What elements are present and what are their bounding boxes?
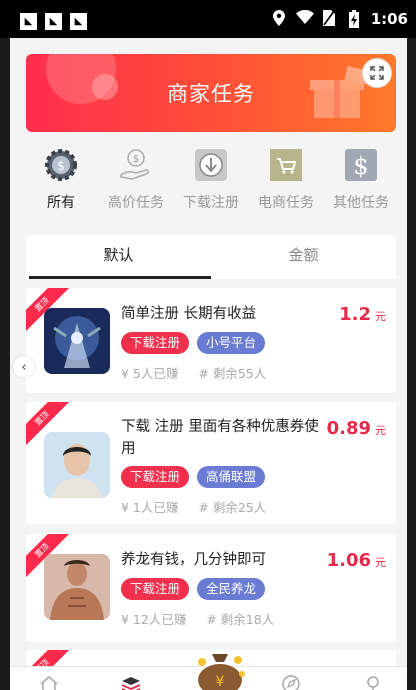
task-meta: ¥ 1人已赚 # 剩余25人 xyxy=(121,497,266,516)
remaining-count: # 剩余18人 xyxy=(206,612,275,627)
category-ecommerce[interactable]: 电商任务 xyxy=(251,146,321,216)
task-tags: 下载注册 小号平台 xyxy=(121,332,266,354)
tag-download-register: 下载注册 xyxy=(121,578,190,600)
shopping-cart-icon xyxy=(267,146,305,184)
remaining-count: # 剩余55人 xyxy=(198,366,267,381)
tag-download-register: 下载注册 xyxy=(121,466,190,488)
gear-dollar-icon: $ xyxy=(42,146,80,184)
hand-coin-icon: $ xyxy=(117,146,155,184)
wifi-icon xyxy=(295,10,314,28)
category-other[interactable]: $ 其他任务 xyxy=(326,146,396,216)
tag-platform: 小号平台 xyxy=(197,332,266,354)
location-icon xyxy=(271,10,287,28)
task-tags: 下载注册 全民养龙 xyxy=(121,578,266,600)
category-nav: $ 所有 $ 高价任务 下载注册 电商任务 $ 其他任务 xyxy=(26,146,396,216)
no-sim-icon xyxy=(321,10,337,28)
svg-text:$: $ xyxy=(57,159,65,173)
battery-charging-icon xyxy=(346,10,362,28)
tab-amount[interactable]: 金额 xyxy=(211,235,396,279)
status-bar: ◣ ◣ ◣ 1:06 xyxy=(0,0,416,38)
tag-download-register: 下载注册 xyxy=(121,332,190,354)
svg-text:¥: ¥ xyxy=(216,674,225,690)
category-label: 其他任务 xyxy=(333,195,389,211)
clock: 1:06 xyxy=(370,10,408,28)
banner-title: 商家任务 xyxy=(167,82,255,106)
category-all[interactable]: $ 所有 xyxy=(26,146,96,216)
task-title: 简单注册 长期有收益 xyxy=(121,306,257,322)
tag-platform: 高俑联盟 xyxy=(197,466,266,488)
svg-text:$: $ xyxy=(133,154,139,165)
app-thumbnail xyxy=(44,554,110,620)
remaining-count: # 剩余25人 xyxy=(198,500,267,515)
app-notification-icon: ◣ xyxy=(45,13,62,30)
app-notification-icon: ◣ xyxy=(70,13,87,30)
svg-text:$: $ xyxy=(353,152,368,180)
merchant-task-banner: 商家任务 xyxy=(26,54,396,132)
tab-default[interactable]: 默认 xyxy=(26,235,211,279)
task-meta: ¥ 5人已赚 # 剩余55人 xyxy=(121,363,266,382)
category-label: 下载注册 xyxy=(183,195,239,211)
task-title: 养龙有钱，几分钟即可 xyxy=(121,552,266,568)
sort-tabs: 默认 金额 xyxy=(26,235,396,279)
tag-platform: 全民养龙 xyxy=(197,578,266,600)
category-label: 高价任务 xyxy=(108,195,164,211)
profile-icon[interactable] xyxy=(362,673,384,690)
task-card[interactable]: 置顶 下载 注册 里面有各种优惠券使用 0.89 元 下载注册 高俑联盟 ¥ 1人… xyxy=(26,402,396,524)
earned-count: ¥ 12人已赚 xyxy=(121,612,187,627)
money-bag-icon[interactable]: ¥ xyxy=(192,648,248,690)
expand-icon[interactable] xyxy=(362,58,392,88)
app-thumbnail xyxy=(44,432,110,498)
tasks-icon[interactable] xyxy=(120,673,142,690)
category-label: 电商任务 xyxy=(258,195,314,211)
notification-icons: ◣ ◣ ◣ xyxy=(20,13,87,30)
dollar-icon: $ xyxy=(342,146,380,184)
system-status: 1:06 xyxy=(271,10,408,28)
category-download[interactable]: 下载注册 xyxy=(176,146,246,216)
earned-count: ¥ 5人已赚 xyxy=(121,366,179,381)
task-tags: 下载注册 高俑联盟 xyxy=(121,466,266,488)
download-icon xyxy=(192,146,230,184)
app-screen: 商家任务 $ 所有 $ 高价任务 下载注册 电商任务 $ 其他任务 默认 金额 … xyxy=(10,38,407,690)
category-high-price[interactable]: $ 高价任务 xyxy=(101,146,171,216)
discover-icon[interactable] xyxy=(280,673,302,690)
task-title: 下载 注册 里面有各种优惠券使用 xyxy=(121,419,319,457)
earned-count: ¥ 1人已赚 xyxy=(121,500,179,515)
task-card[interactable]: 置顶 简单注册 长期有收益 1.2 元 下载注册 小号平台 ¥ 5人已赚 # 剩余… xyxy=(26,288,396,393)
category-label: 所有 xyxy=(47,195,75,211)
home-icon[interactable] xyxy=(38,673,60,690)
task-price: 0.89 元 xyxy=(326,418,386,439)
task-price: 1.2 元 xyxy=(339,304,386,325)
app-notification-icon: ◣ xyxy=(20,13,37,30)
task-price: 1.06 元 xyxy=(326,550,386,571)
task-card[interactable]: 置顶 养龙有钱，几分钟即可 1.06 元 下载注册 全民养龙 ¥ 12人已赚 # … xyxy=(26,534,396,642)
task-meta: ¥ 12人已赚 # 剩余18人 xyxy=(121,609,274,628)
app-thumbnail xyxy=(44,308,110,374)
chevron-left-icon[interactable]: ‹ xyxy=(13,356,35,378)
